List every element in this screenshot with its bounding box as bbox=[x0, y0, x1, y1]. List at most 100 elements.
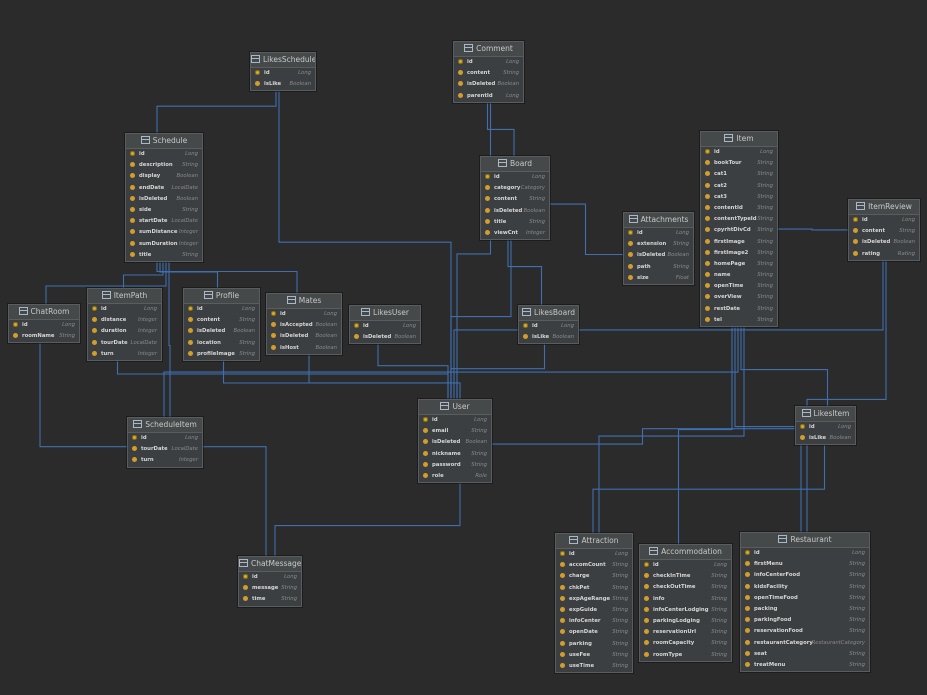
entity-header[interactable]: Restaurant bbox=[741, 533, 869, 548]
field-row[interactable]: title String bbox=[126, 250, 202, 261]
field-row[interactable]: name String bbox=[701, 270, 777, 281]
field-row[interactable]: checkOutTime String bbox=[640, 582, 731, 593]
entity-board[interactable]: Board id Long category Category content String… bbox=[480, 156, 550, 241]
field-row[interactable]: location String bbox=[184, 338, 259, 349]
field-row[interactable]: openTime String bbox=[701, 281, 777, 292]
field-row[interactable]: id Long bbox=[849, 215, 919, 226]
field-row[interactable]: distance Integer bbox=[88, 315, 161, 326]
entity-likesschedule[interactable]: LikesSchedule id Long isLike Boolean bbox=[250, 52, 316, 92]
entity-likesboard[interactable]: LikesBoard id Long isLike Boolean bbox=[518, 305, 579, 345]
field-row[interactable]: isDeleted Boolean bbox=[624, 250, 693, 261]
field-row[interactable]: description String bbox=[126, 160, 202, 171]
field-row[interactable]: isDeleted Boolean bbox=[419, 437, 491, 448]
field-row[interactable]: id Long bbox=[481, 172, 549, 183]
entity-header[interactable]: ChatMessage bbox=[239, 557, 301, 572]
field-row[interactable]: expGuide String bbox=[556, 605, 632, 616]
field-row[interactable]: profileImage String bbox=[184, 349, 259, 360]
field-row[interactable]: charge String bbox=[556, 571, 632, 582]
field-row[interactable]: id Long bbox=[701, 147, 777, 158]
entity-likesitem[interactable]: LikesItem id Long isLike Boolean bbox=[795, 406, 856, 446]
field-row[interactable]: packing String bbox=[741, 604, 869, 615]
entity-header[interactable]: LikesUser bbox=[350, 306, 420, 321]
field-row[interactable]: isDeleted Boolean bbox=[849, 237, 919, 248]
entity-likesuser[interactable]: LikesUser id Long isDeleted Boolean bbox=[349, 305, 421, 345]
field-row[interactable]: id Long bbox=[239, 572, 301, 583]
entity-restaurant[interactable]: Restaurant id Long firstMenu String infoCente… bbox=[740, 532, 870, 673]
entity-header[interactable]: Attachments bbox=[624, 213, 693, 228]
field-row[interactable]: content String bbox=[849, 226, 919, 237]
entity-accommodation[interactable]: Accommodation id Long checkInTime String chec… bbox=[639, 544, 732, 662]
field-row[interactable]: endDate LocalDate bbox=[126, 183, 202, 194]
field-row[interactable]: id Long bbox=[251, 68, 315, 79]
field-row[interactable]: bookTour String bbox=[701, 158, 777, 169]
field-row[interactable]: id Long bbox=[184, 304, 259, 315]
field-row[interactable]: treatMenu String bbox=[741, 660, 869, 671]
field-row[interactable]: accomCount String bbox=[556, 560, 632, 571]
field-row[interactable]: time String bbox=[239, 594, 301, 605]
field-row[interactable]: turn Integer bbox=[88, 349, 161, 360]
field-row[interactable]: reservationUrl String bbox=[640, 627, 731, 638]
field-row[interactable]: content String bbox=[481, 194, 549, 205]
entity-profile[interactable]: Profile id Long content String isDeleted Boole… bbox=[183, 288, 260, 361]
field-row[interactable]: sumDuration Integer bbox=[126, 239, 202, 250]
field-row[interactable]: tel String bbox=[701, 315, 777, 326]
entity-attachments[interactable]: Attachments id Long extension String isDelete… bbox=[623, 212, 694, 285]
entity-header[interactable]: ScheduleItem bbox=[128, 418, 202, 433]
field-row[interactable]: openDate String bbox=[556, 627, 632, 638]
field-row[interactable]: parentId Long bbox=[454, 91, 523, 102]
field-row[interactable]: nickname String bbox=[419, 449, 491, 460]
field-row[interactable]: parkingLodging String bbox=[640, 616, 731, 627]
field-row[interactable]: isDeleted Boolean bbox=[184, 326, 259, 337]
field-row[interactable]: turn Integer bbox=[128, 455, 202, 466]
field-row[interactable]: overView String bbox=[701, 292, 777, 303]
field-row[interactable]: parkingFood String bbox=[741, 615, 869, 626]
entity-user[interactable]: User id Long email String isDeleted Boolean nic… bbox=[418, 399, 492, 484]
field-row[interactable]: isDeleted Boolean bbox=[126, 194, 202, 205]
field-row[interactable]: display Boolean bbox=[126, 171, 202, 182]
entity-header[interactable]: ItemPath bbox=[88, 289, 161, 304]
field-row[interactable]: duration Integer bbox=[88, 326, 161, 337]
field-row[interactable]: seat String bbox=[741, 649, 869, 660]
field-row[interactable]: id Long bbox=[796, 422, 855, 433]
field-row[interactable]: content String bbox=[184, 315, 259, 326]
field-row[interactable]: isDeleted Boolean bbox=[454, 79, 523, 90]
entity-attraction[interactable]: Attraction id Long accomCount String charge St… bbox=[555, 533, 633, 674]
entity-header[interactable]: Schedule bbox=[126, 134, 202, 149]
field-row[interactable]: id Long bbox=[741, 548, 869, 559]
field-row[interactable]: email String bbox=[419, 426, 491, 437]
field-row[interactable]: tourDate LocalDate bbox=[128, 444, 202, 455]
entity-itemreview[interactable]: ItemReview id Long content String isDeleted Bo… bbox=[848, 199, 920, 261]
entity-header[interactable]: ItemReview bbox=[849, 200, 919, 215]
field-row[interactable]: id Long bbox=[640, 560, 731, 571]
entity-item[interactable]: Item id Long bookTour String cat1 String cat2 St… bbox=[700, 131, 778, 327]
field-row[interactable]: cat1 String bbox=[701, 169, 777, 180]
entity-header[interactable]: LikesBoard bbox=[519, 306, 578, 321]
field-row[interactable]: isAccepted Boolean bbox=[267, 320, 341, 331]
field-row[interactable]: id Long bbox=[88, 304, 161, 315]
field-row[interactable]: id Long bbox=[126, 149, 202, 160]
field-row[interactable]: id Long bbox=[624, 228, 693, 239]
entity-header[interactable]: Attraction bbox=[556, 534, 632, 549]
entity-header[interactable]: Accommodation bbox=[640, 545, 731, 560]
field-row[interactable]: infoCenterLodging String bbox=[640, 605, 731, 616]
field-row[interactable]: openTimeFood String bbox=[741, 593, 869, 604]
field-row[interactable]: isLike Boolean bbox=[251, 79, 315, 90]
field-row[interactable]: extension String bbox=[624, 239, 693, 250]
field-row[interactable]: contentId String bbox=[701, 203, 777, 214]
entity-scheduleitem[interactable]: ScheduleItem id Long tourDate LocalDate turn I… bbox=[127, 417, 203, 468]
field-row[interactable]: title String bbox=[481, 217, 549, 228]
field-row[interactable]: firstImage String bbox=[701, 237, 777, 248]
field-row[interactable]: contentTypeId String bbox=[701, 214, 777, 225]
field-row[interactable]: id Long bbox=[419, 415, 491, 426]
field-row[interactable]: message String bbox=[239, 583, 301, 594]
field-row[interactable]: isHost Boolean bbox=[267, 343, 341, 354]
field-row[interactable]: startDate LocalDate bbox=[126, 216, 202, 227]
field-row[interactable]: sumDistance Integer bbox=[126, 227, 202, 238]
field-row[interactable]: size Float bbox=[624, 273, 693, 284]
field-row[interactable]: cat2 String bbox=[701, 181, 777, 192]
field-row[interactable]: homePage String bbox=[701, 259, 777, 270]
field-row[interactable]: id Long bbox=[519, 321, 578, 332]
field-row[interactable]: cat3 String bbox=[701, 192, 777, 203]
field-row[interactable]: id Long bbox=[454, 57, 523, 68]
entity-header[interactable]: LikesSchedule bbox=[251, 53, 315, 68]
